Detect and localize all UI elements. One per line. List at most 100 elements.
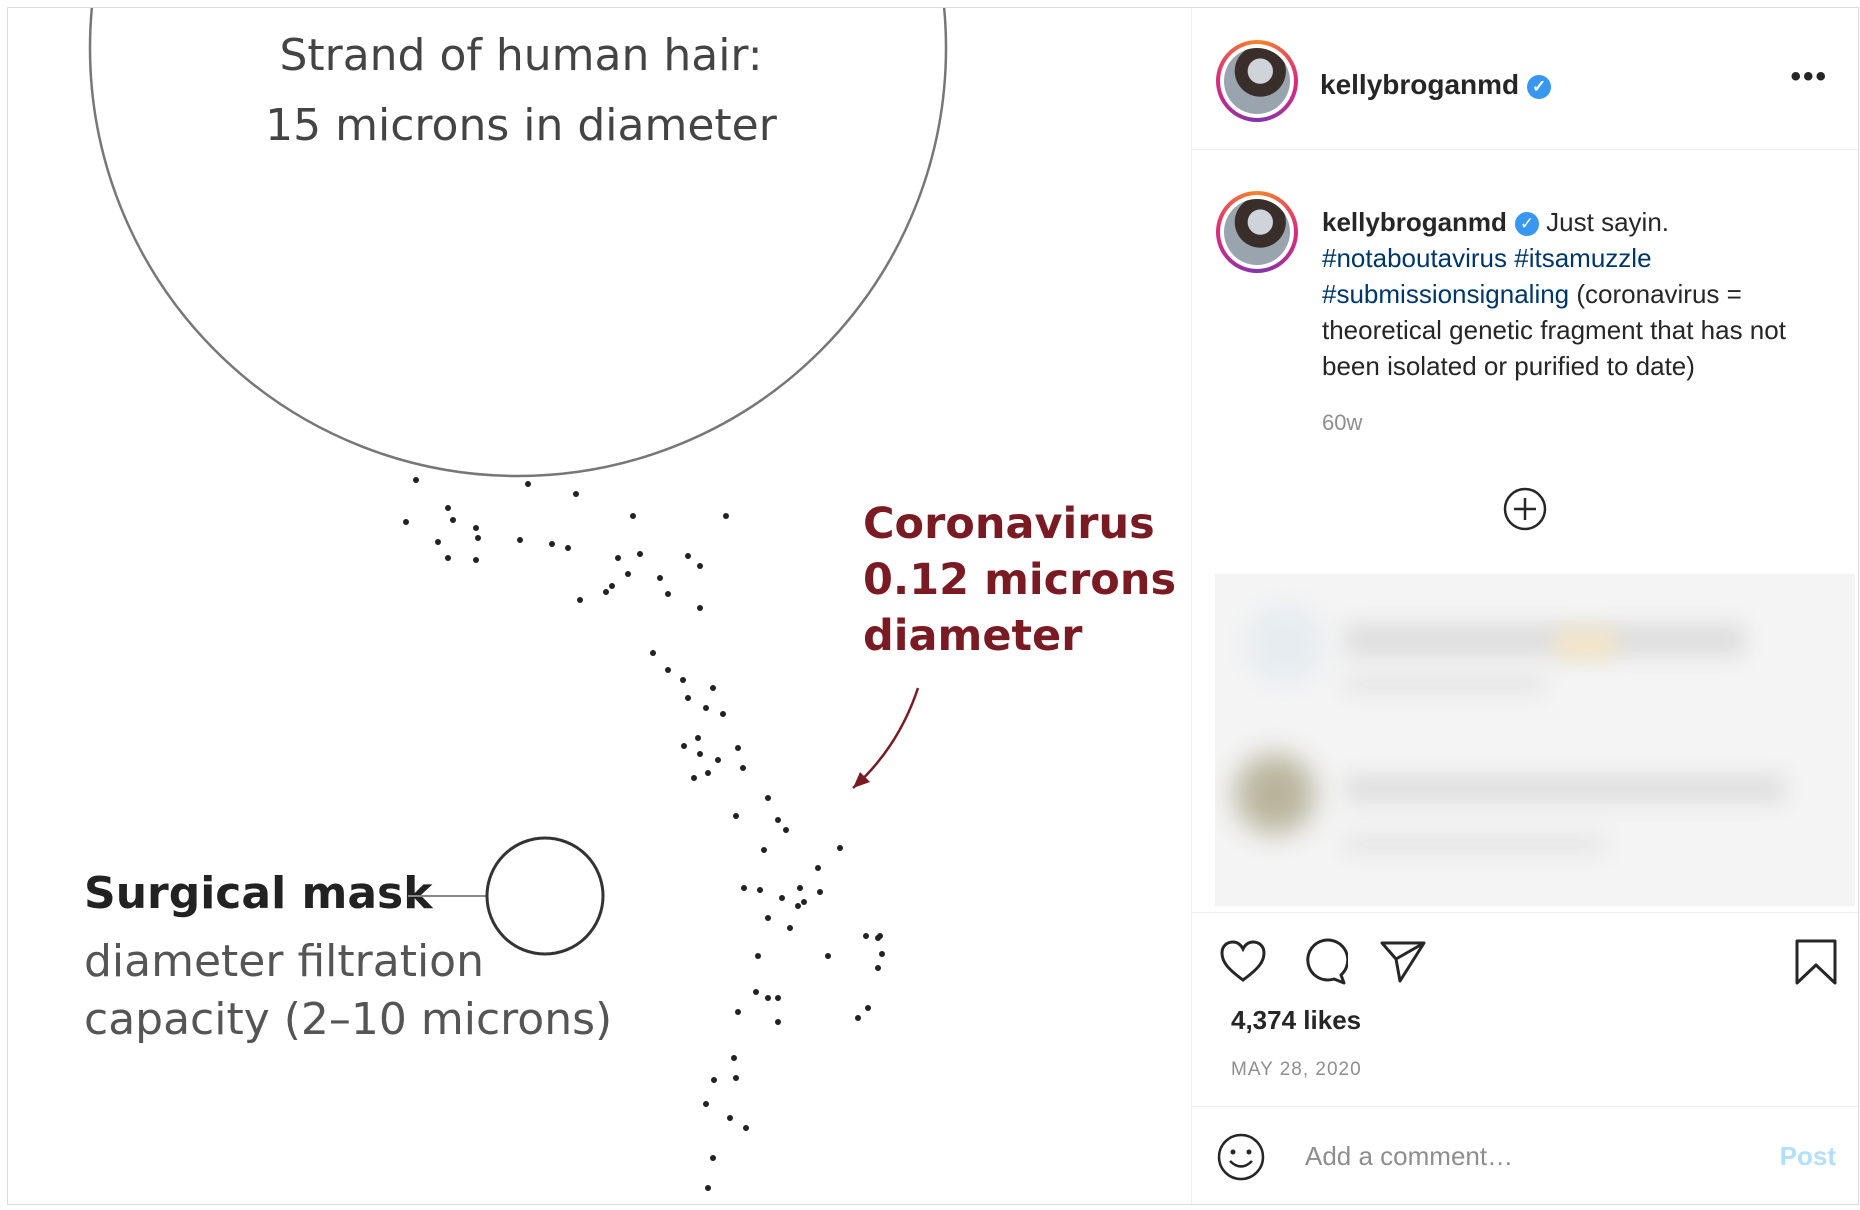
virus-particle-dot (801, 899, 807, 905)
virus-particle-dot (753, 989, 759, 995)
virus-particle-dot (473, 525, 479, 531)
virus-particle-dot (695, 735, 701, 741)
mask-label-title: Surgical mask (84, 868, 434, 919)
virus-particle-dot (775, 817, 781, 823)
comment-icon[interactable] (1298, 937, 1348, 987)
arrow-line (852, 687, 920, 789)
virus-particle-dot (710, 685, 716, 691)
virus-particle-dot (757, 887, 763, 893)
virus-particle-dot (609, 583, 615, 589)
caption-intro: Just sayin. (1546, 207, 1669, 237)
hashtag-link[interactable]: #notaboutavirus (1322, 243, 1507, 273)
virus-particle-dot (741, 885, 747, 891)
instagram-post: Strand of human hair: 15 microns in diam… (7, 7, 1859, 1205)
virus-particle-dot (783, 827, 789, 833)
virus-particle-dot (435, 539, 441, 545)
virus-particle-dot (691, 775, 697, 781)
virus-particle-dot (755, 953, 761, 959)
virus-particle-dot (879, 951, 885, 957)
virus-particle-dot (775, 1019, 781, 1025)
virus-particle-dot (697, 563, 703, 569)
virus-particle-dot (855, 1015, 861, 1021)
virus-particle-dot (710, 1155, 716, 1161)
caption: kellybroganmd ✓ Just sayin. #notaboutavir… (1322, 204, 1822, 384)
virus-particle-dot (875, 965, 881, 971)
emoji-icon[interactable] (1216, 1132, 1266, 1182)
mask-pore-circle (485, 836, 605, 956)
virus-particle-dot (765, 795, 771, 801)
bookmark-icon[interactable] (1791, 937, 1841, 987)
virus-particle-dot (657, 575, 663, 581)
virus-particle-dot (727, 1115, 733, 1121)
virus-particle-dot (731, 1055, 737, 1061)
virus-particle-dot (703, 705, 709, 711)
virus-particle-dot (615, 555, 621, 561)
virus-particle-dot (825, 953, 831, 959)
virus-particle-dot (735, 745, 741, 751)
comment-input[interactable] (1303, 1133, 1747, 1179)
virus-particle-dot (450, 517, 456, 523)
virus-particle-dot (733, 1075, 739, 1081)
virus-particle-dot (630, 513, 636, 519)
virus-particle-dot (445, 555, 451, 561)
virus-particle-dot (685, 695, 691, 701)
virus-particle-dot (577, 597, 583, 603)
virus-particle-dot (787, 925, 793, 931)
post-date[interactable]: MAY 28, 2020 (1231, 1059, 1362, 1081)
virus-particle-dot (720, 711, 726, 717)
virus-particle-dot (517, 537, 523, 543)
virus-particle-dot (815, 865, 821, 871)
virus-particle-dot (779, 895, 785, 901)
avatar[interactable] (1216, 40, 1298, 122)
virus-particle-dot (697, 605, 703, 611)
verified-badge-icon: ✓ (1527, 74, 1552, 99)
post-age[interactable]: 60w (1322, 410, 1362, 436)
virus-particle-dot (797, 885, 803, 891)
blurred-comments (1215, 574, 1855, 906)
add-plus-icon[interactable] (1503, 487, 1547, 531)
virus-particle-dot (735, 1009, 741, 1015)
hashtag-link[interactable]: #submissionsignaling (1322, 279, 1569, 309)
infographic: Strand of human hair: 15 microns in diam… (84, 8, 1176, 1191)
virus-particle-dot (723, 513, 729, 519)
virus-particle-dot (637, 551, 643, 557)
virus-particle-dot (761, 847, 767, 853)
virus-particle-dot (685, 553, 691, 559)
post-header: kellybroganmd ✓ ••• (1191, 8, 1858, 150)
header-username-text[interactable]: kellybroganmd (1320, 69, 1519, 100)
virus-particle-dot (473, 557, 479, 563)
hair-label-line2: 15 microns in diameter (265, 100, 778, 151)
mask-label-line2: capacity (2–10 microns) (84, 994, 612, 1045)
virus-particle-dot (665, 591, 671, 597)
virus-particle-dot (681, 743, 687, 749)
virus-particle-dot (865, 1005, 871, 1011)
virus-particle-dot (665, 667, 671, 673)
post-button[interactable]: Post (1780, 1141, 1836, 1172)
hair-label-line1: Strand of human hair: (279, 30, 762, 81)
virus-particle-dot (703, 1101, 709, 1107)
virus-particle-dot (715, 757, 721, 763)
virus-particle-dot (403, 519, 409, 525)
hashtag-link[interactable]: #itsamuzzle (1514, 243, 1651, 273)
caption-avatar[interactable] (1216, 191, 1298, 273)
virus-particle-dot (863, 933, 869, 939)
virus-particle-dot (413, 477, 419, 483)
likes-count[interactable]: 4,374 likes (1231, 1005, 1361, 1036)
virus-particle-dot (817, 889, 823, 895)
virus-particle-dot (650, 650, 656, 656)
virus-particle-dot (877, 933, 883, 939)
share-icon[interactable] (1378, 937, 1428, 987)
virus-particle-dot (705, 770, 711, 776)
caption-username[interactable]: kellybroganmd (1322, 207, 1507, 237)
heart-icon[interactable] (1218, 937, 1268, 987)
virus-particle-dot (837, 845, 843, 851)
virus-particle-dot (711, 1077, 717, 1083)
post-image[interactable]: Strand of human hair: 15 microns in diam… (8, 8, 1192, 1204)
virus-particle-dot (775, 995, 781, 1001)
virus-particle-dot (765, 915, 771, 921)
header-username[interactable]: kellybroganmd ✓ (1320, 69, 1552, 101)
more-options-icon[interactable]: ••• (1790, 60, 1828, 94)
verified-badge-icon: ✓ (1514, 212, 1539, 237)
virus-label-line1: Coronavirus (863, 499, 1155, 549)
virus-particle-dot (565, 545, 571, 551)
